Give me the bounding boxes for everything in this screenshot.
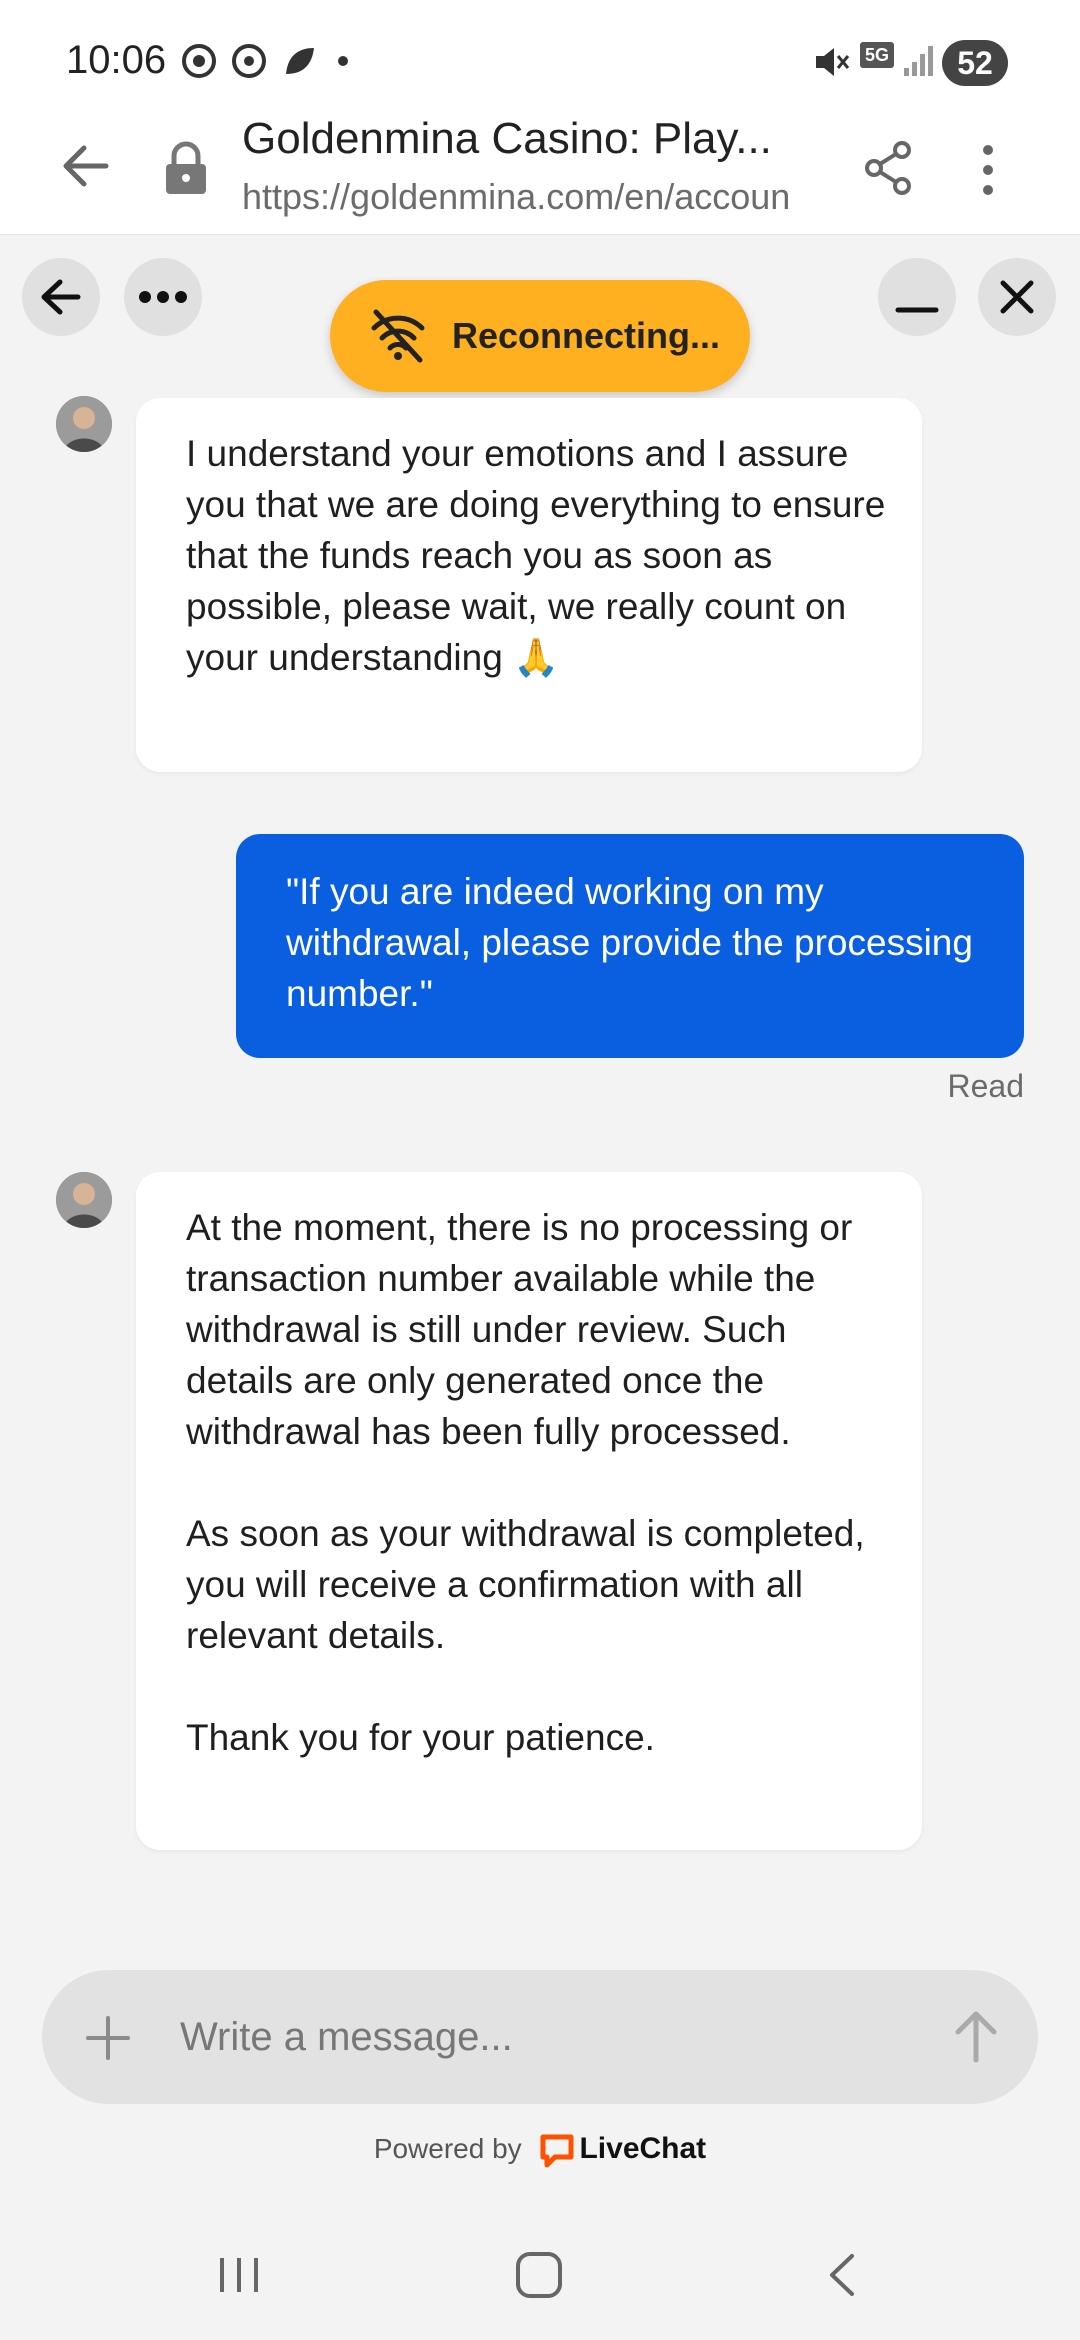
- agent-avatar: [56, 1172, 112, 1228]
- agent-message: At the moment, there is no processing or…: [136, 1172, 922, 1850]
- home-icon[interactable]: [514, 2250, 564, 2300]
- message-composer: [42, 1970, 1038, 2104]
- reconnecting-label: Reconnecting...: [452, 315, 721, 356]
- reconnecting-banner: Reconnecting...: [330, 280, 750, 392]
- powered-by-label: Powered by: [373, 2133, 522, 2164]
- message-text: I understand your emotions and I assure …: [186, 428, 886, 683]
- ellipsis-icon: [139, 291, 187, 303]
- agent-message: I understand your emotions and I assure …: [136, 398, 922, 772]
- powered-by-footer[interactable]: Powered by LiveChat: [0, 2132, 1080, 2169]
- network-type-badge: 5G: [860, 42, 894, 68]
- message-text: "If you are indeed working on my withdra…: [286, 866, 986, 1019]
- read-receipt: Read: [947, 1068, 1025, 1104]
- message-paragraph: At the moment, there is no processing or…: [186, 1207, 853, 1452]
- share-icon[interactable]: [862, 140, 914, 196]
- close-chat-button[interactable]: [978, 258, 1056, 336]
- livechat-logo-icon: [540, 2134, 574, 2168]
- page-title: Goldenmina Casino: Play...: [242, 114, 772, 163]
- system-nav-bar: [0, 2220, 1080, 2340]
- chrome-icon: [232, 44, 266, 78]
- user-message: "If you are indeed working on my withdra…: [236, 834, 1024, 1058]
- system-back-icon[interactable]: [818, 2250, 868, 2300]
- livechat-brand: LiveChat: [579, 2132, 707, 2165]
- message-input[interactable]: [180, 2004, 940, 2070]
- agent-avatar: [56, 396, 112, 452]
- minimize-icon: [895, 307, 939, 313]
- message-paragraph: As soon as your withdrawal is completed,…: [186, 1513, 865, 1656]
- more-vert-icon[interactable]: [978, 142, 998, 198]
- message-paragraph: I understand your emotions and I assure …: [186, 433, 886, 678]
- lock-icon[interactable]: [160, 140, 212, 198]
- message-text: At the moment, there is no processing or…: [186, 1202, 886, 1763]
- wifi-off-icon: [371, 309, 425, 363]
- status-time: 10:06: [66, 38, 167, 82]
- message-paragraph: Thank you for your patience.: [186, 1717, 655, 1758]
- signal-icon: [904, 46, 933, 76]
- leaf-icon: [286, 48, 314, 74]
- message-paragraph: "If you are indeed working on my withdra…: [286, 871, 973, 1014]
- send-arrow-icon[interactable]: [946, 2006, 1006, 2066]
- chat-back-button[interactable]: [22, 258, 100, 336]
- minimize-button[interactable]: [878, 258, 956, 336]
- chat-options-button[interactable]: [124, 258, 202, 336]
- back-arrow-icon: [41, 279, 81, 315]
- battery-indicator: 52: [942, 40, 1008, 86]
- recents-icon[interactable]: [214, 2250, 264, 2300]
- close-icon: [1000, 280, 1034, 314]
- more-notifications-dot: [338, 56, 348, 66]
- browser-back-icon[interactable]: [58, 138, 114, 194]
- notification-app-icon: [182, 44, 216, 78]
- url-bar[interactable]: https://goldenmina.com/en/accoun: [242, 176, 822, 218]
- plus-icon[interactable]: [84, 2014, 132, 2062]
- mute-icon: [816, 48, 850, 76]
- browser-toolbar: Goldenmina Casino: Play... https://golde…: [0, 100, 1080, 235]
